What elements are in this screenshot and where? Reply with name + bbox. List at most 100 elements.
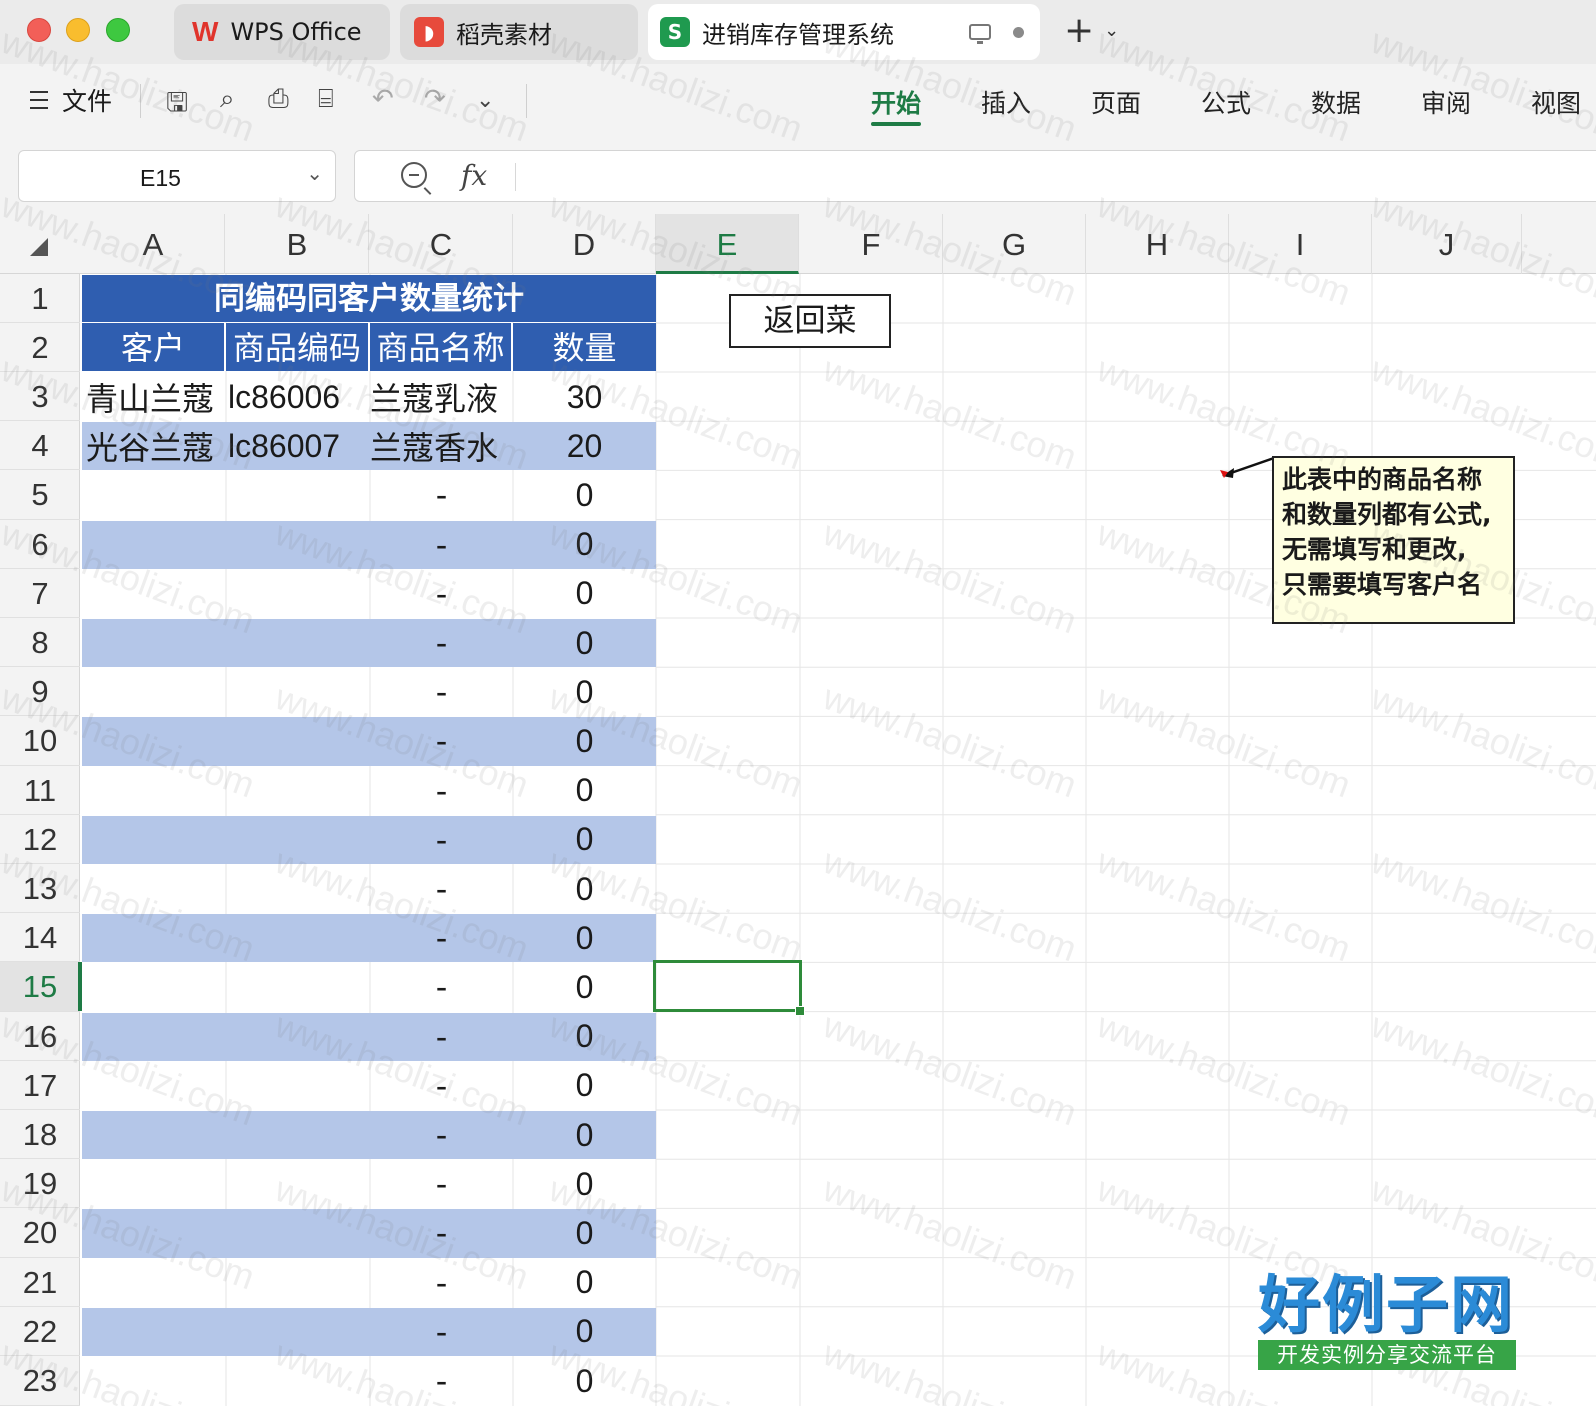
customer-cell[interactable]: [86, 1259, 226, 1307]
customer-cell[interactable]: 光谷兰蔻: [86, 422, 226, 470]
row-header-20[interactable]: 20: [0, 1208, 80, 1258]
product-name-cell[interactable]: -: [370, 1259, 513, 1307]
header-product-name[interactable]: 商品名称: [370, 323, 513, 371]
zoom-search-icon[interactable]: [401, 162, 427, 188]
product-code-cell[interactable]: [228, 717, 372, 765]
function-icon[interactable]: fx: [461, 159, 487, 192]
product-code-cell[interactable]: [228, 1209, 372, 1257]
column-header-h[interactable]: H: [1086, 214, 1229, 274]
customer-cell[interactable]: [86, 767, 226, 815]
column-header-c[interactable]: C: [370, 214, 513, 274]
row-header-17[interactable]: 17: [0, 1061, 80, 1110]
product-name-cell[interactable]: 兰蔻香水: [370, 422, 513, 470]
product-name-cell[interactable]: -: [370, 767, 513, 815]
customer-cell[interactable]: [86, 865, 226, 913]
column-header-i[interactable]: I: [1229, 214, 1372, 274]
product-code-cell[interactable]: [228, 570, 372, 618]
back-to-menu-button[interactable]: 返回菜: [729, 294, 891, 348]
product-name-cell[interactable]: -: [370, 1111, 513, 1159]
product-code-cell[interactable]: [228, 816, 372, 864]
chevron-down-icon[interactable]: ⌄: [306, 161, 323, 185]
product-name-cell[interactable]: -: [370, 1013, 513, 1061]
monitor-icon[interactable]: [969, 24, 991, 44]
customer-cell[interactable]: 青山兰蔻: [86, 373, 226, 421]
product-name-cell[interactable]: -: [370, 1062, 513, 1110]
product-name-cell[interactable]: -: [370, 570, 513, 618]
quantity-cell[interactable]: 0: [513, 767, 656, 815]
quantity-cell[interactable]: 0: [513, 1062, 656, 1110]
column-header-j[interactable]: J: [1372, 214, 1522, 274]
column-header-b[interactable]: B: [226, 214, 369, 274]
quantity-cell[interactable]: 0: [513, 1308, 656, 1356]
customer-cell[interactable]: [86, 1357, 226, 1405]
customer-cell[interactable]: [86, 717, 226, 765]
row-header-23[interactable]: 23: [0, 1356, 80, 1406]
table-title[interactable]: 同编码同客户数量统计: [82, 275, 656, 322]
select-all-icon[interactable]: [30, 238, 48, 256]
product-code-cell[interactable]: [228, 1013, 372, 1061]
chevron-down-icon[interactable]: ⌄: [476, 88, 494, 113]
row-header-2[interactable]: 2: [0, 323, 80, 372]
customer-cell[interactable]: [86, 521, 226, 569]
product-code-cell[interactable]: lc86007: [228, 422, 372, 470]
customer-cell[interactable]: [86, 668, 226, 716]
minimize-window-button[interactable]: [66, 18, 90, 42]
row-header-12[interactable]: 12: [0, 815, 80, 864]
quantity-cell[interactable]: 0: [513, 717, 656, 765]
quantity-cell[interactable]: 0: [513, 816, 656, 864]
product-name-cell[interactable]: -: [370, 1308, 513, 1356]
quantity-cell[interactable]: 30: [513, 373, 656, 421]
product-code-cell[interactable]: [228, 1259, 372, 1307]
row-header-18[interactable]: 18: [0, 1110, 80, 1160]
row-header-16[interactable]: 16: [0, 1012, 80, 1061]
header-quantity[interactable]: 数量: [513, 323, 656, 371]
column-header-f[interactable]: F: [800, 214, 943, 274]
tab-view[interactable]: 视图: [1531, 84, 1581, 120]
row-header-3[interactable]: 3: [0, 372, 80, 422]
undo-icon[interactable]: ↶: [372, 84, 394, 114]
product-name-cell[interactable]: -: [370, 963, 513, 1011]
tab-wps-office[interactable]: W WPS Office: [174, 4, 390, 60]
quantity-cell[interactable]: 0: [513, 1111, 656, 1159]
save-icon[interactable]: 🖫: [166, 84, 188, 128]
customer-cell[interactable]: [86, 816, 226, 864]
product-name-cell[interactable]: 兰蔻乳液: [370, 373, 513, 421]
tab-insert[interactable]: 插入: [981, 84, 1031, 120]
product-code-cell[interactable]: [228, 668, 372, 716]
product-code-cell[interactable]: [228, 1111, 372, 1159]
file-menu[interactable]: 文件: [30, 82, 112, 118]
tab-review[interactable]: 审阅: [1421, 84, 1471, 120]
name-box[interactable]: E15 ⌄: [18, 150, 336, 202]
product-name-cell[interactable]: -: [370, 1357, 513, 1405]
customer-cell[interactable]: [86, 619, 226, 667]
print-preview-icon[interactable]: ⌸: [318, 84, 334, 115]
row-header-8[interactable]: 8: [0, 618, 80, 668]
row-header-1[interactable]: 1: [0, 274, 80, 323]
customer-cell[interactable]: [86, 570, 226, 618]
quantity-cell[interactable]: 0: [513, 1209, 656, 1257]
product-name-cell[interactable]: -: [370, 717, 513, 765]
redo-icon[interactable]: ↷: [424, 84, 446, 114]
product-code-cell[interactable]: [228, 521, 372, 569]
row-header-10[interactable]: 10: [0, 716, 80, 766]
product-code-cell[interactable]: [228, 1308, 372, 1356]
product-name-cell[interactable]: -: [370, 668, 513, 716]
row-header-7[interactable]: 7: [0, 569, 80, 618]
product-code-cell[interactable]: [228, 767, 372, 815]
format-painter-icon[interactable]: ⌕: [220, 84, 235, 115]
row-header-11[interactable]: 11: [0, 766, 80, 815]
customer-cell[interactable]: [86, 1062, 226, 1110]
product-name-cell[interactable]: -: [370, 471, 513, 519]
row-header-21[interactable]: 21: [0, 1258, 80, 1307]
product-name-cell[interactable]: -: [370, 865, 513, 913]
comment-note[interactable]: 此表中的商品名称 和数量列都有公式, 无需填写和更改, 只需要填写客户名: [1272, 456, 1515, 624]
product-code-cell[interactable]: [228, 471, 372, 519]
row-header-6[interactable]: 6: [0, 520, 80, 569]
product-code-cell[interactable]: [228, 619, 372, 667]
tab-inventory-system[interactable]: S 进销库存管理系统: [648, 4, 1040, 60]
quantity-cell[interactable]: 0: [513, 471, 656, 519]
customer-cell[interactable]: [86, 1160, 226, 1208]
product-code-cell[interactable]: [228, 865, 372, 913]
product-code-cell[interactable]: [228, 914, 372, 962]
customer-cell[interactable]: [86, 1013, 226, 1061]
